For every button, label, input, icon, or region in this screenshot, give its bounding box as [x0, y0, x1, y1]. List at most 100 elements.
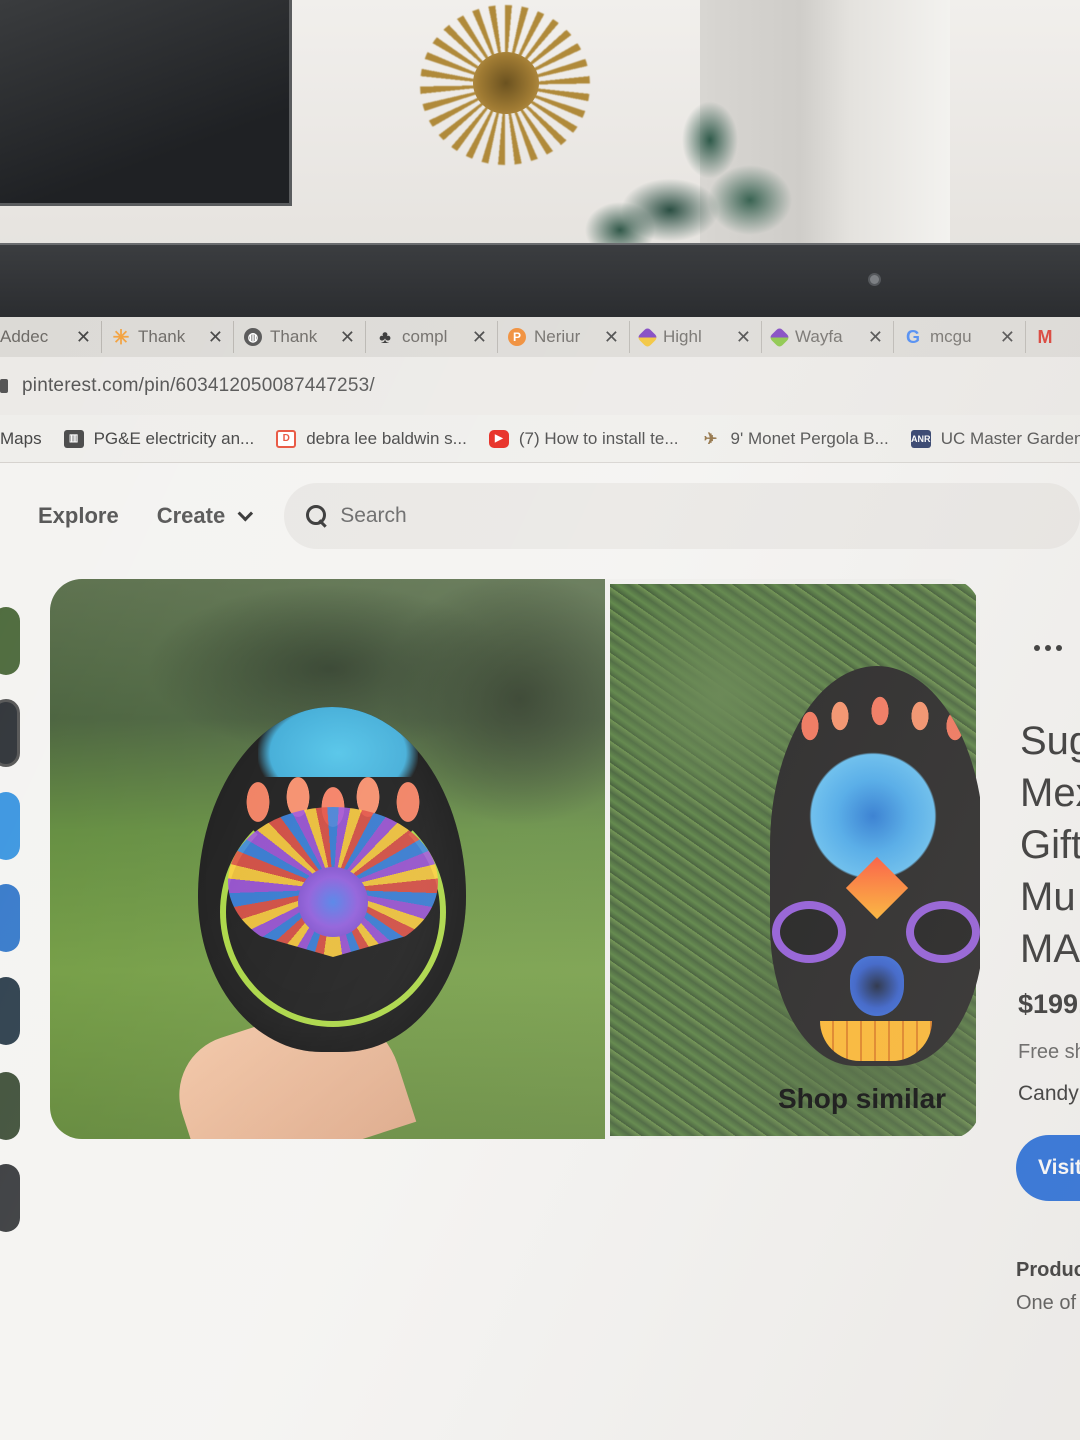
shop-similar-heading: Shop similar: [778, 1083, 947, 1114]
url-text[interactable]: pinterest.com/pin/603412050087447253/: [22, 375, 375, 397]
tree-icon: ♣: [379, 326, 391, 347]
product-details-heading: Produc: [1016, 1259, 1080, 1281]
browser-tab[interactable]: P Neriur ✕: [498, 321, 630, 353]
rail-thumbnail[interactable]: [0, 977, 20, 1045]
pin-photo-front-of-skull: [610, 584, 980, 1136]
room-background: [0, 0, 1080, 250]
lock-icon: [0, 379, 8, 393]
pge-icon: ▥: [63, 429, 84, 448]
wayfair-icon: [768, 326, 791, 348]
browser-tab[interactable]: Addec ✕: [0, 321, 102, 353]
browser-tab-strip: Addec ✕ ✳ Thank ✕ ◍ Thank ✕ ♣ compl ✕ P …: [0, 317, 1080, 357]
bookmark-uc-master-gardener[interactable]: ANR UC Master Gardene...: [910, 429, 1080, 449]
tab-title: compl: [402, 327, 448, 346]
heart-p-icon: P: [508, 328, 526, 346]
browser-tab[interactable]: M: [1026, 321, 1066, 353]
price: $199.: [1018, 989, 1080, 1019]
pin-info-panel: Sug Mex Gift Mu MA $199. Free sh Candy V…: [1016, 579, 1080, 1419]
chevron-down-icon: [237, 505, 254, 521]
bookmarks-bar: Maps ▥ PG&E electricity an... D debra le…: [0, 415, 1080, 463]
search-icon: [306, 505, 328, 527]
sparkle-icon: ✳: [112, 326, 130, 349]
bookmark-debra-lee-baldwin[interactable]: D debra lee baldwin s...: [276, 429, 467, 449]
laptop-screen: Addec ✕ ✳ Thank ✕ ◍ Thank ✕ ♣ compl ✕ P …: [0, 317, 1080, 1440]
rail-thumbnail[interactable]: [0, 1072, 20, 1140]
nose-cavity: [850, 956, 904, 1016]
shipping-info: Free sh: [1018, 1041, 1080, 1063]
close-icon[interactable]: ✕: [472, 327, 487, 348]
search-placeholder: Search: [340, 504, 407, 527]
house-plant: [580, 100, 810, 250]
address-bar[interactable]: pinterest.com/pin/603412050087447253/: [0, 357, 1080, 415]
tab-title: Highl: [663, 327, 702, 346]
create-menu[interactable]: Create: [156, 503, 254, 529]
browser-tab[interactable]: ✳ Thank ✕: [102, 321, 234, 353]
bookmark-label: Maps: [0, 428, 42, 448]
pin-title-line: Sug: [1020, 719, 1080, 763]
create-label: Create: [156, 503, 226, 528]
browser-tab[interactable]: ♣ compl ✕: [366, 321, 498, 353]
close-icon[interactable]: ✕: [736, 327, 751, 348]
close-icon[interactable]: ✕: [1000, 327, 1015, 348]
dot: [1045, 645, 1051, 651]
wayfair-icon: [636, 326, 659, 348]
pinterest-header: Explore Create Search: [0, 463, 1080, 569]
tab-title: Thank: [270, 327, 318, 346]
pin-image-card[interactable]: [50, 579, 980, 1139]
close-icon[interactable]: ✕: [340, 327, 355, 348]
tab-title: Addec: [0, 327, 49, 346]
more-options-icon[interactable]: [1034, 645, 1062, 651]
bookmark-maps[interactable]: Maps: [0, 429, 42, 449]
painted-skull-front: [770, 666, 980, 1066]
teeth: [820, 1021, 932, 1061]
dlb-icon: D: [276, 429, 297, 448]
globe-icon: ◍: [244, 328, 262, 346]
google-icon: G: [905, 326, 920, 347]
bookmark-youtube[interactable]: ▶ (7) How to install te...: [488, 429, 679, 449]
tab-title: Thank: [138, 327, 186, 346]
bird-icon: ✈: [703, 430, 718, 448]
eye-socket-left: [772, 901, 846, 963]
bookmark-label: 9' Monet Pergola B...: [730, 428, 889, 448]
rail-thumbnail[interactable]: [0, 884, 20, 952]
close-icon[interactable]: ✕: [604, 327, 619, 348]
anr-icon: ANR: [910, 429, 931, 448]
bookmark-label: PG&E electricity an...: [93, 428, 255, 448]
petal-arc: [780, 676, 980, 746]
tab-title: mcgu: [930, 327, 972, 346]
rail-thumbnail[interactable]: [0, 607, 20, 675]
pin-title-line: Mex: [1020, 771, 1080, 815]
pin-title-line: MA: [1020, 927, 1080, 971]
tab-title: Wayfa: [795, 327, 843, 346]
seller-name[interactable]: Candy: [1018, 1082, 1079, 1106]
pin-title-line: Mu: [1020, 875, 1076, 919]
sunburst-mirror-center: [473, 52, 539, 114]
youtube-icon: ▶: [488, 429, 509, 448]
close-icon[interactable]: ✕: [208, 327, 223, 348]
visit-button[interactable]: Visit: [1016, 1135, 1080, 1201]
close-icon[interactable]: ✕: [868, 327, 883, 348]
bookmark-pge[interactable]: ▥ PG&E electricity an...: [63, 428, 255, 449]
painted-skull-back: [198, 707, 466, 1052]
explore-link[interactable]: Explore: [38, 503, 119, 529]
pin-photo-back-of-skull: [50, 579, 605, 1139]
rail-thumbnail[interactable]: [0, 1164, 20, 1232]
tab-title: Neriur: [534, 327, 581, 346]
bookmark-pergola[interactable]: ✈ 9' Monet Pergola B...: [701, 429, 889, 449]
dot: [1056, 645, 1062, 651]
pin-title-line: Gift: [1020, 823, 1080, 867]
webcam: [868, 273, 881, 286]
browser-tab[interactable]: ◍ Thank ✕: [234, 321, 366, 353]
laptop-bezel: [0, 243, 1080, 317]
gmail-icon: M: [1037, 326, 1053, 347]
search-input[interactable]: Search: [284, 483, 1080, 549]
eye-socket-right: [906, 901, 980, 963]
rail-thumbnail[interactable]: [0, 792, 20, 860]
browser-tab[interactable]: Highl ✕: [630, 321, 762, 353]
close-icon[interactable]: ✕: [76, 327, 91, 348]
browser-tab[interactable]: Wayfa ✕: [762, 321, 894, 353]
dot: [1034, 645, 1040, 651]
product-details-text: One of: [1016, 1292, 1077, 1314]
rail-thumbnail[interactable]: [0, 699, 20, 767]
browser-tab[interactable]: G mcgu ✕: [894, 321, 1026, 353]
